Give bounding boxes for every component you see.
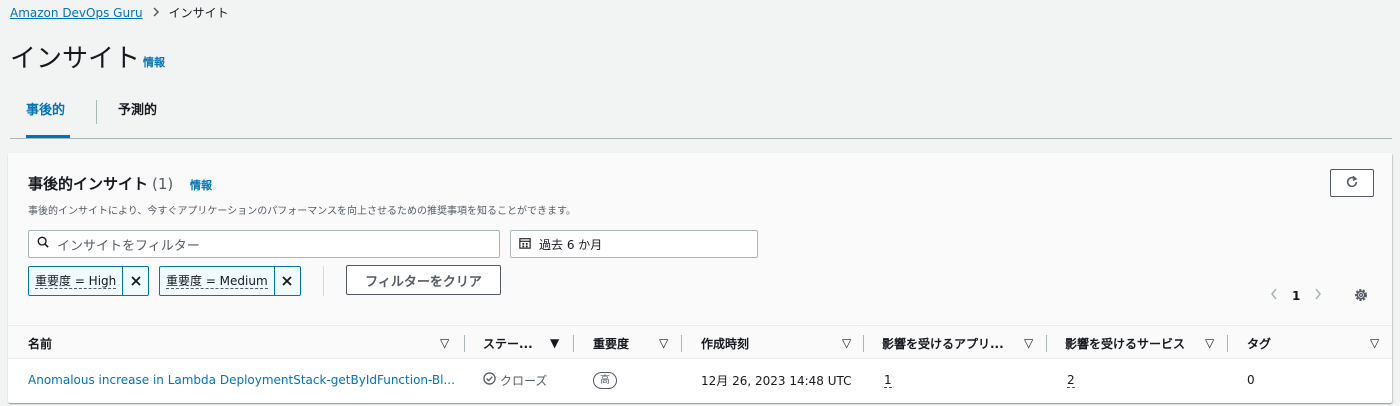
sort-down-icon[interactable]: ▽ bbox=[842, 326, 851, 360]
panel-count: (1) bbox=[152, 175, 174, 193]
pagination: 1 bbox=[1270, 288, 1322, 304]
insights-panel: 事後的インサイト (1) 情報 事後的インサイトにより、今すぐアプリケーションの… bbox=[8, 153, 1392, 403]
tags-count: 0 bbox=[1247, 373, 1255, 387]
sort-down-icon[interactable]: ▽ bbox=[440, 326, 449, 360]
breadcrumb-devops-guru-link[interactable]: Amazon DevOps Guru bbox=[10, 6, 143, 20]
column-header-name[interactable]: 名前 bbox=[28, 326, 52, 360]
panel-info-link[interactable]: 情報 bbox=[190, 177, 212, 193]
gear-icon[interactable] bbox=[1353, 287, 1369, 307]
check-circle-icon bbox=[483, 372, 496, 388]
refresh-icon bbox=[1345, 174, 1359, 193]
sort-down-icon[interactable]: ▽ bbox=[1024, 326, 1033, 360]
sort-down-icon[interactable]: ▽ bbox=[1205, 326, 1214, 360]
filter-token-medium: 重要度 = Medium bbox=[159, 266, 301, 296]
remove-filter-button[interactable] bbox=[122, 267, 148, 295]
remove-filter-button[interactable] bbox=[273, 267, 300, 295]
column-header-affected-services[interactable]: 影響を受けるサービス bbox=[1065, 326, 1185, 360]
column-header-severity[interactable]: 重要度 bbox=[593, 326, 629, 360]
panel-description: 事後的インサイトにより、今すぐアプリケーションのパフォーマンスを向上させるための… bbox=[28, 206, 576, 217]
affected-services-count[interactable]: 2 bbox=[1067, 360, 1075, 400]
panel-title-text: 事後的インサイト bbox=[28, 175, 149, 193]
calendar-icon bbox=[519, 237, 531, 252]
table-row: Anomalous increase in Lambda DeploymentS… bbox=[8, 360, 1392, 400]
column-divider bbox=[464, 335, 465, 352]
column-divider bbox=[1227, 335, 1228, 352]
sort-down-icon[interactable]: ▼ bbox=[550, 326, 559, 360]
severity-badge: 高 bbox=[593, 371, 617, 389]
panel-title: 事後的インサイト (1) bbox=[28, 173, 173, 194]
close-icon bbox=[130, 272, 142, 291]
search-icon bbox=[37, 236, 49, 252]
breadcrumb-current: インサイト bbox=[168, 6, 229, 20]
tab-proactive[interactable]: 予測的 bbox=[118, 96, 157, 138]
table-header: 名前 ▽ ステー... ▼ 重要度 ▽ 作成時刻 ▽ 影響を受けるアプリ... … bbox=[8, 325, 1392, 359]
column-divider bbox=[573, 335, 574, 352]
date-range-picker[interactable]: 過去 6 か月 bbox=[510, 230, 758, 258]
date-range-value: 過去 6 か月 bbox=[539, 237, 603, 252]
sort-down-icon[interactable]: ▽ bbox=[1370, 326, 1379, 360]
status-cell: クローズ bbox=[483, 360, 547, 400]
severity-cell: 高 bbox=[593, 360, 617, 400]
chevron-right-icon[interactable] bbox=[1314, 288, 1322, 304]
insight-name-link[interactable]: Anomalous increase in Lambda DeploymentS… bbox=[28, 360, 455, 400]
filter-token-high: 重要度 = High bbox=[28, 266, 150, 296]
column-header-status[interactable]: ステー... bbox=[483, 326, 533, 360]
clear-filters-button[interactable]: フィルターをクリア bbox=[346, 265, 501, 295]
filter-divider bbox=[323, 266, 324, 296]
page-info-link[interactable]: 情報 bbox=[143, 54, 165, 70]
chevron-left-icon[interactable] bbox=[1270, 288, 1278, 304]
breadcrumb: Amazon DevOps Guru インサイト bbox=[10, 4, 229, 21]
page-number[interactable]: 1 bbox=[1292, 289, 1300, 303]
sort-down-icon[interactable]: ▽ bbox=[659, 326, 668, 360]
refresh-button[interactable] bbox=[1330, 169, 1374, 197]
close-icon bbox=[281, 272, 293, 291]
column-divider bbox=[1046, 335, 1047, 352]
created-time: 12月 26, 2023 14:48 UTC bbox=[701, 373, 852, 388]
filter-token-label[interactable]: 重要度 = High bbox=[29, 267, 122, 295]
column-divider bbox=[863, 335, 864, 352]
column-header-created[interactable]: 作成時刻 bbox=[701, 326, 749, 360]
status-text: クローズ bbox=[500, 373, 548, 388]
tabs: 事後的 予測的 bbox=[10, 96, 1392, 139]
search-input[interactable]: インサイトをフィルター bbox=[28, 230, 500, 258]
filter-token-label[interactable]: 重要度 = Medium bbox=[160, 267, 274, 295]
page-title: インサイト bbox=[10, 44, 141, 74]
chevron-right-icon bbox=[151, 6, 161, 20]
tab-reactive[interactable]: 事後的 bbox=[26, 96, 70, 138]
search-placeholder: インサイトをフィルター bbox=[57, 238, 200, 254]
column-header-affected-apps[interactable]: 影響を受けるアプリ... bbox=[882, 326, 1004, 360]
affected-apps-count[interactable]: 1 bbox=[884, 360, 892, 400]
column-header-tags[interactable]: タグ bbox=[1247, 326, 1271, 360]
column-divider bbox=[681, 335, 682, 352]
tab-divider bbox=[96, 100, 97, 124]
